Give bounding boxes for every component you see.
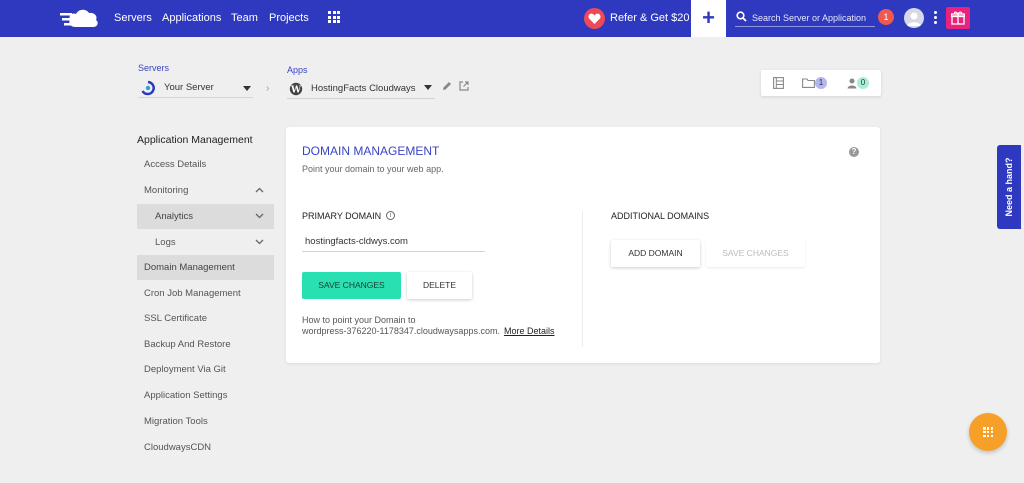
app-value: HostingFacts Cloudways [311, 83, 416, 94]
primary-domain-label: PRIMARY DOMAIN [302, 211, 382, 221]
sidebar-item-domain-management[interactable]: Domain Management [137, 255, 274, 280]
chevron-down-icon [424, 85, 432, 90]
refer-label: Refer & Get $20 [610, 12, 690, 24]
add-domain-button[interactable]: ADD DOMAIN [611, 240, 700, 267]
edit-pencil-icon[interactable] [442, 81, 452, 91]
domain-hint: How to point your Domain to wordpress-37… [302, 315, 554, 337]
need-a-hand-tab[interactable]: Need a hand? [997, 145, 1021, 229]
primary-domain-input[interactable] [302, 232, 485, 252]
delete-button[interactable]: DELETE [407, 272, 472, 299]
wordpress-icon: W [289, 82, 303, 95]
chevron-right-icon: › [266, 83, 270, 94]
sidebar-item-cron-job-management[interactable]: Cron Job Management [137, 281, 274, 306]
sidebar-title: Application Management [137, 134, 253, 146]
nav-applications[interactable]: Applications [162, 12, 221, 24]
page-subtitle: Point your domain to your web app. [302, 164, 444, 174]
search-input[interactable] [752, 9, 874, 26]
sidebar-item-application-settings[interactable]: Application Settings [137, 383, 274, 408]
info-icon[interactable]: i [386, 211, 395, 220]
server-value: Your Server [164, 82, 214, 93]
domain-management-card: DOMAIN MANAGEMENT Point your domain to y… [286, 127, 880, 363]
sidebar-item-analytics[interactable]: Analytics [137, 204, 274, 229]
help-icon[interactable]: ? [849, 147, 859, 157]
add-button[interactable]: + [691, 0, 726, 37]
server-select[interactable]: Your Server [138, 78, 253, 98]
files-count-badge: 1 [815, 77, 827, 89]
apps-fab-button[interactable] [969, 413, 1007, 451]
servers-label: Servers [138, 63, 170, 73]
top-navbar: Servers Applications Team Projects Refer… [0, 0, 1024, 37]
cloudways-logo-icon[interactable] [60, 6, 102, 30]
app-select[interactable]: W HostingFacts Cloudways [287, 79, 435, 99]
folder-icon[interactable] [802, 78, 815, 88]
list-icon[interactable] [773, 77, 784, 89]
user-icon[interactable] [847, 78, 857, 89]
notification-badge[interactable]: 1 [878, 9, 894, 25]
gift-icon[interactable] [946, 7, 970, 29]
nav-projects[interactable]: Projects [269, 12, 309, 24]
chevron-down-icon [255, 239, 264, 245]
refer-button[interactable]: Refer & Get $20 [584, 6, 690, 30]
more-details-link[interactable]: More Details [504, 326, 555, 336]
sidebar-item-cloudways-cdn[interactable]: CloudwaysCDN [137, 435, 274, 460]
grid-icon[interactable] [328, 11, 340, 23]
cloudways-server-icon [141, 80, 155, 95]
hint-line-2: wordpress-376220-1178347.cloudwaysapps.c… [302, 326, 500, 336]
save-changes-button[interactable]: SAVE CHANGES [302, 272, 401, 299]
page-title: DOMAIN MANAGEMENT [302, 144, 440, 158]
sidebar-item-backup-and-restore[interactable]: Backup And Restore [137, 332, 274, 357]
quick-stats-widget: 1 0 [761, 70, 881, 96]
sidebar-item-deployment-via-git[interactable]: Deployment Via Git [137, 357, 274, 382]
sidebar-item-logs[interactable]: Logs [137, 230, 274, 255]
external-link-icon[interactable] [459, 81, 469, 91]
sidebar-item-access-details[interactable]: Access Details [137, 152, 274, 177]
kebab-menu-icon[interactable] [934, 11, 937, 24]
heart-icon [584, 7, 605, 29]
users-count-badge: 0 [857, 77, 869, 89]
grid-icon [983, 427, 993, 437]
hint-line-1: How to point your Domain to [302, 315, 416, 325]
sidebar-item-ssl-certificate[interactable]: SSL Certificate [137, 306, 274, 331]
chevron-down-icon [243, 86, 251, 91]
search-box [735, 9, 875, 27]
sidebar-item-label: Analytics [155, 211, 194, 222]
chevron-up-icon [255, 187, 264, 193]
save-changes-disabled-button[interactable]: SAVE CHANGES [706, 240, 805, 267]
sidebar-item-migration-tools[interactable]: Migration Tools [137, 409, 274, 434]
svg-text:W: W [290, 85, 302, 95]
sidebar-item-monitoring[interactable]: Monitoring [137, 178, 274, 203]
need-a-hand-label: Need a hand? [1004, 157, 1014, 217]
section-divider [582, 211, 583, 347]
user-avatar-icon[interactable] [904, 8, 924, 28]
nav-servers[interactable]: Servers [114, 12, 152, 24]
search-icon [736, 11, 747, 22]
apps-label: Apps [287, 65, 308, 75]
nav-team[interactable]: Team [231, 12, 258, 24]
sidebar-item-label: Monitoring [144, 185, 189, 196]
chevron-down-icon [255, 213, 264, 219]
additional-domains-label: ADDITIONAL DOMAINS [611, 211, 710, 221]
sidebar-item-label: Logs [155, 237, 176, 248]
